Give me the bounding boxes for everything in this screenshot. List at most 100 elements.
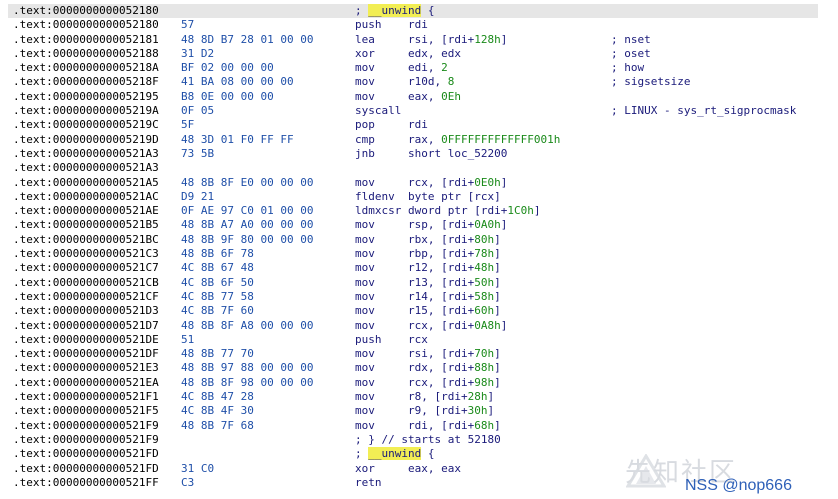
listing-row[interactable]: .text:00000000000521AE 0F AE 97 C0 01 00 … bbox=[8, 204, 818, 218]
operand-token[interactable]: rcx, [rdi+ bbox=[408, 319, 474, 332]
listing-row[interactable]: .text:0000000000052195 B8 0E 00 00 00 mov e… bbox=[8, 90, 818, 104]
operand-token[interactable]: short loc_52200 bbox=[408, 147, 507, 160]
operand-token[interactable]: rdi bbox=[408, 118, 428, 131]
row-mnemonic[interactable]: mov bbox=[355, 319, 375, 333]
row-mnemonic[interactable]: mov bbox=[355, 361, 375, 375]
row-mnemonic[interactable]: lea bbox=[355, 33, 375, 47]
row-address[interactable]: .text:00000000000521DE bbox=[13, 333, 159, 347]
listing-row[interactable]: .text:00000000000521DF 48 8B 77 70 mov rsi,… bbox=[8, 347, 818, 361]
listing-row[interactable]: .text:000000000005218F 41 BA 08 00 00 00 m… bbox=[8, 75, 818, 89]
operand-token[interactable]: ] bbox=[494, 376, 501, 389]
listing-row[interactable]: .text:00000000000521F5 4C 8B 4F 30 mov r9, … bbox=[8, 404, 818, 418]
operand-token[interactable]: ] bbox=[501, 319, 508, 332]
row-operands[interactable]: rcx, [rdi+0A8h] bbox=[408, 319, 507, 333]
row-operands[interactable]: rcx, [rdi+98h] bbox=[408, 376, 501, 390]
row-address[interactable]: .text:00000000000521F1 bbox=[13, 390, 159, 404]
row-mnemonic[interactable]: mov bbox=[355, 304, 375, 318]
operand-token[interactable]: ] bbox=[501, 33, 508, 46]
operand-token[interactable]: ] bbox=[494, 233, 501, 246]
operand-token[interactable]: eax, bbox=[408, 90, 441, 103]
operand-token[interactable]: rsi, [rdi+ bbox=[408, 347, 474, 360]
row-operands[interactable]: r15, [rdi+60h] bbox=[408, 304, 501, 318]
operand-token[interactable]: r12, [rdi+ bbox=[408, 261, 474, 274]
row-mnemonic[interactable]: mov bbox=[355, 376, 375, 390]
row-operands[interactable]: r9, [rdi+30h] bbox=[408, 404, 494, 418]
row-mnemonic[interactable]: xor bbox=[355, 462, 375, 476]
listing-row[interactable]: .text:00000000000521CF 4C 8B 77 58 mov r14,… bbox=[8, 290, 818, 304]
operand-token[interactable]: 8 bbox=[448, 75, 455, 88]
row-operands[interactable]: rdi bbox=[408, 18, 428, 32]
operand-token[interactable]: r14, [rdi+ bbox=[408, 290, 474, 303]
operand-token[interactable]: r15, [rdi+ bbox=[408, 304, 474, 317]
operand-token[interactable]: r13, [rdi+ bbox=[408, 276, 474, 289]
operand-token[interactable]: ] bbox=[494, 361, 501, 374]
operand-token[interactable]: ] bbox=[494, 261, 501, 274]
row-mnemonic[interactable]: pop bbox=[355, 118, 375, 132]
listing-row[interactable]: .text:00000000000521AC D9 21 fldenv byte pt… bbox=[8, 190, 818, 204]
row-operands[interactable]: dword ptr [rdi+1C0h] bbox=[408, 204, 540, 218]
listing-row[interactable]: .text:0000000000052181 48 8D B7 28 01 00 … bbox=[8, 33, 818, 47]
row-address[interactable]: .text:00000000000521FD bbox=[13, 462, 159, 476]
operand-token[interactable]: ] bbox=[534, 204, 541, 217]
row-address[interactable]: .text:0000000000052180 bbox=[13, 18, 159, 32]
row-address[interactable]: .text:00000000000521BC bbox=[13, 233, 159, 247]
operand-token[interactable]: r10d, bbox=[408, 75, 448, 88]
row-address[interactable]: .text:00000000000521F9 bbox=[13, 419, 159, 433]
row-operands[interactable]: edx, edx bbox=[408, 47, 461, 61]
row-address[interactable]: .text:00000000000521F9 bbox=[13, 433, 159, 447]
operand-token[interactable]: 0E0h bbox=[474, 176, 501, 189]
operand-token[interactable]: 80h bbox=[474, 233, 494, 246]
row-address[interactable]: .text:00000000000521C7 bbox=[13, 261, 159, 275]
operand-token[interactable]: 88h bbox=[474, 361, 494, 374]
row-operands[interactable]: r10d, 8 bbox=[408, 75, 454, 89]
listing-row[interactable]: .text:00000000000521D7 48 8B 8F A8 00 00 … bbox=[8, 319, 818, 333]
listing-row[interactable]: .text:00000000000521C3 48 8B 6F 78 mov rbp,… bbox=[8, 247, 818, 261]
listing-row[interactable]: .text:000000000005219D 48 3D 01 F0 FF FF c… bbox=[8, 133, 818, 147]
operand-token[interactable]: 0A0h bbox=[474, 218, 501, 231]
listing-row[interactable]: .text:00000000000521A3 73 5B jnb short loc_… bbox=[8, 147, 818, 161]
row-operands[interactable]: rbx, [rdi+80h] bbox=[408, 233, 501, 247]
operand-token[interactable]: rax, bbox=[408, 133, 441, 146]
row-operands[interactable]: edi, 2 bbox=[408, 61, 448, 75]
operand-token[interactable]: rcx, [rdi+ bbox=[408, 376, 474, 389]
operand-token[interactable]: 70h bbox=[474, 347, 494, 360]
operand-token[interactable]: rsi, [rdi+ bbox=[408, 33, 474, 46]
listing-row[interactable]: .text:00000000000521A5 48 8B 8F E0 00 00 … bbox=[8, 176, 818, 190]
row-mnemonic[interactable]: jnb bbox=[355, 147, 375, 161]
operand-token[interactable]: rbx, [rdi+ bbox=[408, 233, 474, 246]
row-operands[interactable]: rdi bbox=[408, 118, 428, 132]
row-address[interactable]: .text:00000000000521F5 bbox=[13, 404, 159, 418]
operand-token[interactable]: ] bbox=[494, 276, 501, 289]
operand-token[interactable]: ] bbox=[494, 347, 501, 360]
operand-token[interactable]: 2 bbox=[441, 61, 448, 74]
operand-token[interactable]: rsp, [rdi+ bbox=[408, 218, 474, 231]
row-mnemonic[interactable]: retn bbox=[355, 476, 382, 490]
row-operands[interactable]: r8, [rdi+28h] bbox=[408, 390, 494, 404]
row-mnemonic[interactable]: ldmxcsr bbox=[355, 204, 401, 218]
listing-row[interactable]: .text:00000000000521D3 4C 8B 7F 60 mov r15,… bbox=[8, 304, 818, 318]
operand-token[interactable]: 28h bbox=[468, 390, 488, 403]
row-address[interactable]: .text:00000000000521FD bbox=[13, 447, 159, 461]
row-mnemonic[interactable]: mov bbox=[355, 261, 375, 275]
operand-token[interactable]: ] bbox=[494, 247, 501, 260]
operand-token[interactable]: ] bbox=[494, 419, 501, 432]
listing-row[interactable]: .text:00000000000521A3 bbox=[8, 161, 818, 175]
listing-row[interactable]: .text:000000000005219A 0F 05 syscall ; LINU… bbox=[8, 104, 818, 118]
row-operands[interactable]: rsp, [rdi+0A0h] bbox=[408, 218, 507, 232]
operand-token[interactable]: 68h bbox=[474, 419, 494, 432]
operand-token[interactable]: 30h bbox=[468, 404, 488, 417]
row-mnemonic[interactable]: mov bbox=[355, 390, 375, 404]
row-address[interactable]: .text:00000000000521DF bbox=[13, 347, 159, 361]
row-mnemonic[interactable]: mov bbox=[355, 276, 375, 290]
row-operands[interactable]: r14, [rdi+58h] bbox=[408, 290, 501, 304]
operand-token[interactable]: rcx, [rdi+ bbox=[408, 176, 474, 189]
row-mnemonic[interactable]: mov bbox=[355, 290, 375, 304]
listing-row[interactable]: .text:00000000000521B5 48 8B A7 A0 00 00 … bbox=[8, 218, 818, 232]
row-mnemonic[interactable]: mov bbox=[355, 347, 375, 361]
operand-token[interactable]: ] bbox=[494, 290, 501, 303]
row-address[interactable]: .text:0000000000052195 bbox=[13, 90, 159, 104]
row-operands[interactable]: byte ptr [rcx] bbox=[408, 190, 501, 204]
row-address[interactable]: .text:0000000000052181 bbox=[13, 33, 159, 47]
operand-token[interactable]: ] bbox=[487, 390, 494, 403]
operand-token[interactable]: 0A8h bbox=[474, 319, 501, 332]
